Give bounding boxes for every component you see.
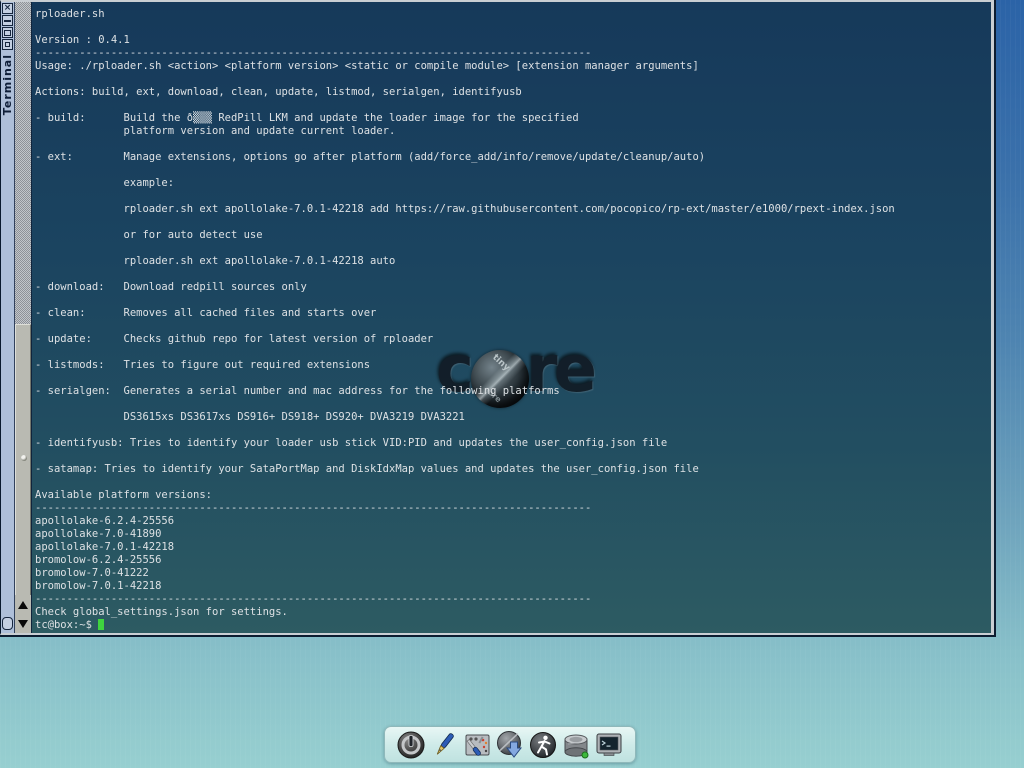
- scroll-down-button[interactable]: [15, 614, 31, 633]
- terminal-icon: [594, 730, 624, 760]
- control-panel-button[interactable]: [462, 730, 492, 760]
- control-panel-icon: [462, 730, 492, 760]
- run-button[interactable]: [528, 730, 558, 760]
- terminal-content[interactable]: c tiny core re rploader.sh Version : 0.4…: [32, 2, 991, 633]
- scrollbar-arrows: [15, 595, 31, 633]
- terminal-output: rploader.sh Version : 0.4.1 ------------…: [32, 2, 991, 619]
- window-title: Terminal: [1, 54, 14, 115]
- apps-fetch-button[interactable]: [495, 730, 525, 760]
- terminal-window: × Terminal: [0, 0, 994, 635]
- editor-button[interactable]: [429, 730, 459, 760]
- terminal-cursor: [98, 619, 104, 630]
- close-button[interactable]: ×: [2, 3, 13, 14]
- prompt-line: tc@box:~$: [32, 619, 991, 632]
- scroll-up-button[interactable]: [15, 595, 31, 614]
- terminal-launcher-button[interactable]: [594, 730, 624, 760]
- close-icon: ×: [4, 4, 12, 13]
- shell-prompt: tc@box:~$: [35, 619, 98, 631]
- power-button[interactable]: [396, 730, 426, 760]
- iconify-button[interactable]: [2, 39, 13, 50]
- window-titlebar[interactable]: × Terminal: [1, 2, 15, 633]
- maximize-icon: [4, 30, 11, 36]
- maximize-button[interactable]: [2, 27, 13, 38]
- iconify-icon: [5, 42, 10, 47]
- power-icon: [396, 730, 426, 760]
- window-resize-widget[interactable]: [2, 617, 13, 630]
- shade-icon: [4, 20, 11, 22]
- dock: [384, 726, 636, 763]
- run-icon: [528, 730, 558, 760]
- shade-button[interactable]: [2, 15, 13, 26]
- scrollbar-dimple: [21, 455, 27, 461]
- fetch-apps-icon: [495, 730, 525, 760]
- mount-disk-button[interactable]: [561, 730, 591, 760]
- mount-disk-icon: [561, 730, 591, 760]
- scrollbar-thumb[interactable]: [15, 324, 31, 596]
- arrow-up-icon: [18, 601, 28, 609]
- desktop: × Terminal: [0, 0, 1024, 768]
- arrow-down-icon: [18, 620, 28, 628]
- pen-icon: [429, 730, 459, 760]
- scrollbar[interactable]: [15, 2, 32, 633]
